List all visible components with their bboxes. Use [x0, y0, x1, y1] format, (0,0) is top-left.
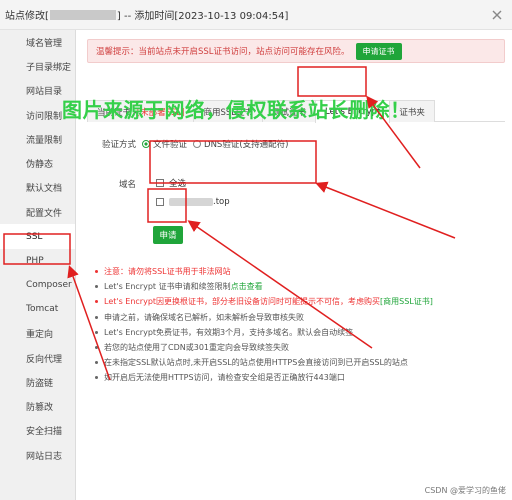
footer-credit: CSDN @爱学习的鱼佬 [424, 486, 506, 495]
tips-list: 注意：请勿将SSL证书用于非法网站 Let's Encrypt 证书申请和续签限… [95, 264, 505, 386]
verify-method-row: 验证方式 文件验证 DNS验证(支持通配符) [102, 138, 288, 150]
sidebar-item-redirect[interactable]: 重定向 [0, 322, 75, 346]
select-all-checkbox[interactable] [156, 179, 164, 187]
sidebar-item-domain[interactable]: 域名管理 [0, 30, 75, 54]
tip-item: 申请之前，请确保域名已解析，如未解析会导致审核失败 [95, 310, 505, 325]
tip-text: Let's Encrypt 证书申请和续签限制 [104, 282, 231, 292]
window-titlebar: 站点修改[ ] -- 添加时间[2023-10-13 09:04:54] [0, 0, 512, 30]
sidebar-item-ssl[interactable]: SSL [0, 224, 75, 249]
verify-method-label: 验证方式 [102, 140, 137, 150]
tip-text: Let's Encrypt因更换根证书，部分老旧设备访问时可能提示不可信，考虑购… [104, 297, 381, 307]
ssl-warning-notice: 温馨提示：当前站点未开启SSL证书访问，站点访问可能存在风险。 申请证书 [87, 39, 505, 63]
sidebar-item-security-scan[interactable]: 安全扫描 [0, 419, 75, 443]
bullet-icon [95, 346, 98, 350]
tip-text: Let's Encrypt免费证书，有效期3个月，支持多域名。默认会自动续签 [104, 327, 354, 337]
view-limit-link[interactable]: 点击查看 [231, 281, 263, 292]
site-name-redacted [49, 9, 116, 20]
close-icon[interactable] [490, 8, 504, 22]
window-title-prefix: 站点修改[ [5, 11, 49, 22]
tip-text: 如开启后无法使用HTTPS访问，请检查安全组是否正确放行443端口 [104, 373, 345, 383]
sidebar-item-default-doc[interactable]: 默认文档 [0, 176, 75, 200]
tip-text: 在未指定SSL默认站点时,未开启SSL的站点使用HTTPS会直接访问到已开启SS… [104, 358, 408, 368]
tip-item: 在未指定SSL默认站点时,未开启SSL的站点使用HTTPS会直接访问到已开启SS… [95, 355, 505, 370]
tip-item: 若您的站点使用了CDN或301重定向会导致续签失败 [95, 340, 505, 355]
tip-item: Let's Encrypt免费证书，有效期3个月，支持多域名。默认会自动续签 [95, 325, 505, 340]
sidebar-item-hotlink[interactable]: 防盗链 [0, 370, 75, 394]
tip-item: Let's Encrypt因更换根证书，部分老旧设备访问时可能提示不可信，考虑购… [95, 294, 505, 309]
sidebar-item-php[interactable]: PHP [0, 249, 75, 273]
select-all-row[interactable]: 全选 [153, 175, 303, 191]
domain-list: 全选 .top [153, 172, 303, 216]
sidebar-item-rewrite[interactable]: 伪静态 [0, 151, 75, 175]
tip-item: 如开启后无法使用HTTPS访问，请检查安全组是否正确放行443端口 [95, 370, 505, 385]
domain-label: 域名 [119, 180, 137, 190]
sidebar-item-composer[interactable]: Composer [0, 273, 75, 297]
tip-text: 申请之前，请确保域名已解析，如未解析会导致审核失败 [104, 312, 304, 322]
radio-dns-verify-label: DNS验证(支持通配符) [204, 140, 289, 150]
bullet-icon [95, 285, 98, 289]
sidebar-item-config[interactable]: 配置文件 [0, 200, 75, 224]
tip-item: Let's Encrypt 证书申请和续签限制 点击查看 [95, 279, 505, 294]
radio-file-verify[interactable] [142, 140, 151, 148]
window-title-suffix: ] -- 添加时间[2023-10-13 09:04:54] [116, 11, 289, 22]
tip-text: 注意：请勿将SSL证书用于非法网站 [104, 267, 231, 277]
commercial-ssl-link[interactable]: [商用SSL证书] [380, 296, 433, 307]
bullet-icon [95, 270, 98, 274]
notice-text: 温馨提示：当前站点未开启SSL证书访问，站点访问可能存在风险。 [96, 47, 350, 57]
watermark-text: 图片来源于网络，侵权联系站长删除！ [62, 98, 411, 122]
select-all-label: 全选 [169, 179, 187, 189]
apply-cert-button[interactable]: 申请证书 [355, 42, 402, 60]
bullet-icon [95, 300, 98, 304]
domain-suffix: .top [213, 197, 230, 207]
bullet-icon [95, 330, 98, 334]
apply-button[interactable]: 申请 [153, 226, 183, 244]
sidebar-item-subdir[interactable]: 子目录绑定 [0, 54, 75, 78]
sidebar-item-tamper[interactable]: 防篡改 [0, 394, 75, 418]
sidebar-item-tomcat[interactable]: Tomcat [0, 297, 75, 321]
domain-checkbox[interactable] [156, 198, 164, 206]
bullet-icon [95, 315, 98, 319]
sidebar-item-reverse-proxy[interactable]: 反向代理 [0, 346, 75, 370]
radio-file-verify-label: 文件验证 [153, 140, 188, 150]
bullet-icon [95, 361, 98, 365]
radio-dns-verify[interactable] [193, 140, 202, 148]
domain-name-redacted [169, 198, 213, 206]
tip-text: 若您的站点使用了CDN或301重定向会导致续签失败 [104, 343, 289, 353]
bullet-icon [95, 376, 98, 380]
domain-row[interactable]: .top [153, 194, 303, 210]
sidebar-item-traffic-limit[interactable]: 流量限制 [0, 127, 75, 151]
tip-item: 注意：请勿将SSL证书用于非法网站 [95, 264, 505, 279]
sidebar-item-site-log[interactable]: 网站日志 [0, 443, 75, 467]
